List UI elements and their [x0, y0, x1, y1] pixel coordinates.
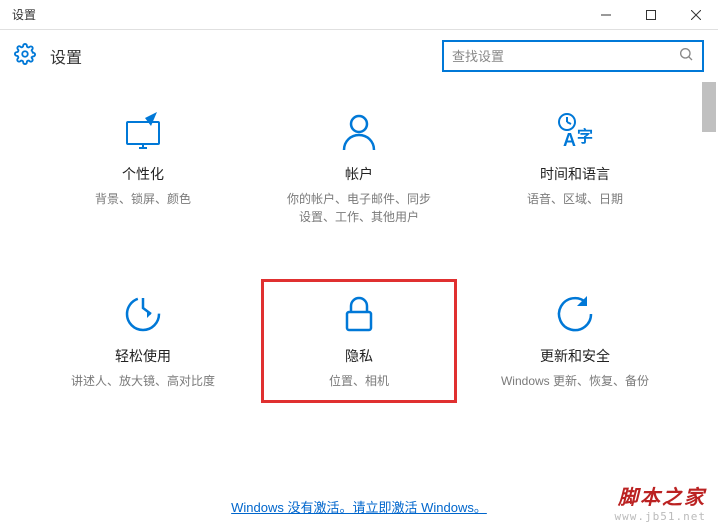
close-button[interactable]: [673, 0, 718, 30]
search-icon: [678, 46, 694, 67]
scrollbar-thumb[interactable]: [702, 82, 716, 132]
minimize-button[interactable]: [583, 0, 628, 30]
svg-text:字: 字: [577, 127, 593, 146]
activation-banner: Windows 没有激活。请立即激活 Windows。: [0, 497, 718, 517]
window-title: 设置: [0, 6, 583, 23]
lock-icon: [337, 292, 381, 336]
content-area: 个性化 背景、锁屏、颜色 帐户 你的帐户、电子邮件、同步设置、工作、其他用户 A…: [0, 82, 718, 502]
search-box[interactable]: [442, 40, 704, 72]
settings-grid: 个性化 背景、锁屏、颜色 帐户 你的帐户、电子邮件、同步设置、工作、其他用户 A…: [50, 102, 668, 398]
tile-desc: 背景、锁屏、颜色: [95, 190, 191, 208]
tile-label: 个性化: [122, 164, 164, 184]
tile-label: 轻松使用: [115, 346, 171, 366]
ease-of-access-icon: [121, 292, 165, 336]
maximize-button[interactable]: [628, 0, 673, 30]
tile-desc: 你的帐户、电子邮件、同步设置、工作、其他用户: [284, 190, 434, 226]
time-language-icon: A字: [553, 110, 597, 154]
tile-desc: 语音、区域、日期: [527, 190, 623, 208]
titlebar: 设置: [0, 0, 718, 30]
tile-desc: 讲述人、放大镜、高对比度: [71, 372, 215, 390]
tile-label: 帐户: [345, 164, 373, 184]
tile-privacy[interactable]: 隐私 位置、相机: [266, 284, 452, 398]
tile-desc: Windows 更新、恢复、备份: [501, 372, 649, 390]
activation-link[interactable]: Windows 没有激活。请立即激活 Windows。: [231, 500, 487, 515]
personalization-icon: [121, 110, 165, 154]
update-security-icon: [553, 292, 597, 336]
page-title: 设置: [50, 44, 442, 68]
gear-icon: [14, 43, 36, 70]
tile-label: 时间和语言: [540, 164, 610, 184]
search-input[interactable]: [452, 49, 678, 64]
header: 设置: [0, 30, 718, 82]
svg-text:A: A: [563, 130, 576, 150]
tile-accounts[interactable]: 帐户 你的帐户、电子邮件、同步设置、工作、其他用户: [266, 102, 452, 234]
tile-update-security[interactable]: 更新和安全 Windows 更新、恢复、备份: [482, 284, 668, 398]
tile-ease-of-access[interactable]: 轻松使用 讲述人、放大镜、高对比度: [50, 284, 236, 398]
tile-desc: 位置、相机: [329, 372, 389, 390]
tile-label: 隐私: [345, 346, 373, 366]
tile-label: 更新和安全: [540, 346, 610, 366]
accounts-icon: [337, 110, 381, 154]
tile-time-language[interactable]: A字 时间和语言 语音、区域、日期: [482, 102, 668, 234]
tile-personalization[interactable]: 个性化 背景、锁屏、颜色: [50, 102, 236, 234]
